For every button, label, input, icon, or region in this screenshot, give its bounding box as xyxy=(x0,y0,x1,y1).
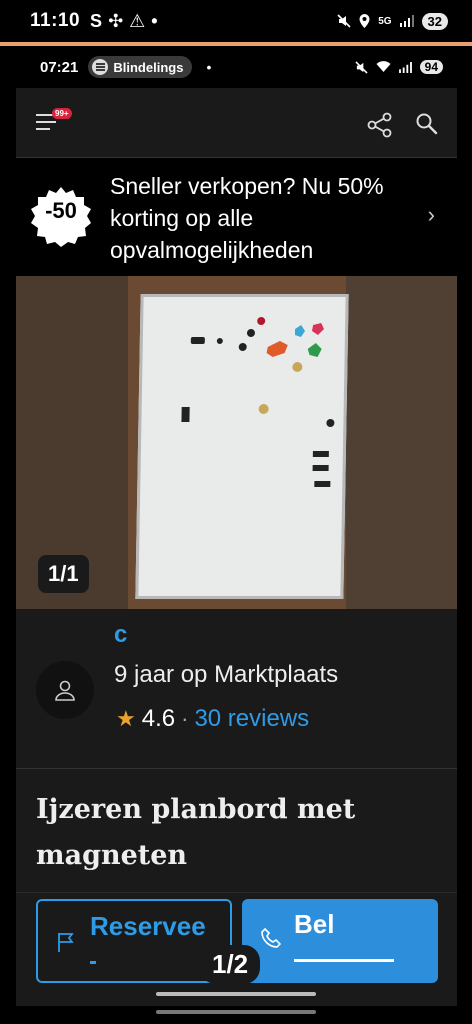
spotify-now-playing[interactable]: Blindelings xyxy=(88,56,193,78)
seller-name[interactable]: c xyxy=(114,621,127,649)
discount-badge-text: -50 xyxy=(45,198,77,223)
spotify-track-label: Blindelings xyxy=(113,59,184,75)
mute-icon xyxy=(337,14,351,28)
inner-signal-icon xyxy=(398,61,412,73)
signal-icon xyxy=(399,15,414,27)
seller-rating: ★ 4.6 · 30 reviews xyxy=(116,705,309,733)
call-label-overflow xyxy=(294,959,394,962)
home-indicator[interactable] xyxy=(156,1010,316,1014)
notification-badge: 99+ xyxy=(52,108,72,119)
chevron-right-icon: › xyxy=(427,202,435,227)
s-notification-icon: S xyxy=(90,10,103,31)
system-status-bar: 11:10 S ✣ ⚠ • 5G 32 xyxy=(0,0,472,42)
inner-more-dot: • xyxy=(206,59,212,75)
network-type: 5G xyxy=(378,15,392,27)
seller-membership: 9 jaar op Marktplaats xyxy=(114,661,339,688)
avatar[interactable] xyxy=(36,661,94,719)
inner-battery-level: 94 xyxy=(419,60,443,74)
call-button[interactable]: Bel xyxy=(242,899,438,983)
fan-notification-icon: ✣ xyxy=(108,10,124,31)
listing-title: Ijzeren planbord met magneten xyxy=(36,794,356,871)
reviews-link[interactable]: 30 reviews xyxy=(194,705,309,733)
call-label: Bel xyxy=(294,909,335,939)
magnets-image xyxy=(181,317,335,487)
clock: 11:10 xyxy=(30,10,81,31)
inner-clock: 07:21 xyxy=(40,58,79,76)
listing-photo[interactable]: 1/1 xyxy=(16,276,457,609)
inner-status-bar: 07:21 Blindelings • 94 xyxy=(16,46,457,88)
app-header: 99+ xyxy=(16,88,457,158)
inner-home-indicator xyxy=(156,992,316,996)
spotify-icon xyxy=(92,59,109,75)
search-icon[interactable] xyxy=(415,112,439,136)
more-notifications-dot: • xyxy=(151,10,158,31)
promo-banner[interactable]: -50 Sneller verkopen? Nu 50% korting op … xyxy=(16,158,457,276)
battery-level: 32 xyxy=(421,12,448,30)
phone-icon xyxy=(261,927,282,948)
promo-text: Sneller verkopen? Nu 50% korting op alle… xyxy=(110,173,384,263)
image-pager: 1/2 xyxy=(200,945,261,984)
rating-separator: · xyxy=(181,706,189,731)
user-icon xyxy=(55,680,75,701)
warning-icon: ⚠ xyxy=(129,10,146,31)
app-screen: 07:21 Blindelings • 94 99+ -50 Sneller v… xyxy=(16,46,457,1006)
inner-mute-icon xyxy=(355,60,368,74)
share-icon[interactable] xyxy=(367,112,393,138)
reserve-label: Reservee xyxy=(90,911,206,941)
seller-section[interactable]: c 9 jaar op Marktplaats ★ 4.6 · 30 revie… xyxy=(16,609,457,769)
star-icon: ★ xyxy=(116,706,136,731)
flag-icon xyxy=(58,933,74,952)
listing-title-block: Ijzeren planbord met magneten xyxy=(16,769,457,893)
photo-counter: 1/1 xyxy=(38,555,89,593)
whiteboard-image xyxy=(135,294,349,599)
wifi-icon xyxy=(376,61,391,72)
location-icon xyxy=(359,14,370,28)
notification-icons: S ✣ ⚠ • xyxy=(90,11,158,32)
reserve-label-overflow xyxy=(90,961,96,964)
rating-value: 4.6 xyxy=(141,705,176,732)
